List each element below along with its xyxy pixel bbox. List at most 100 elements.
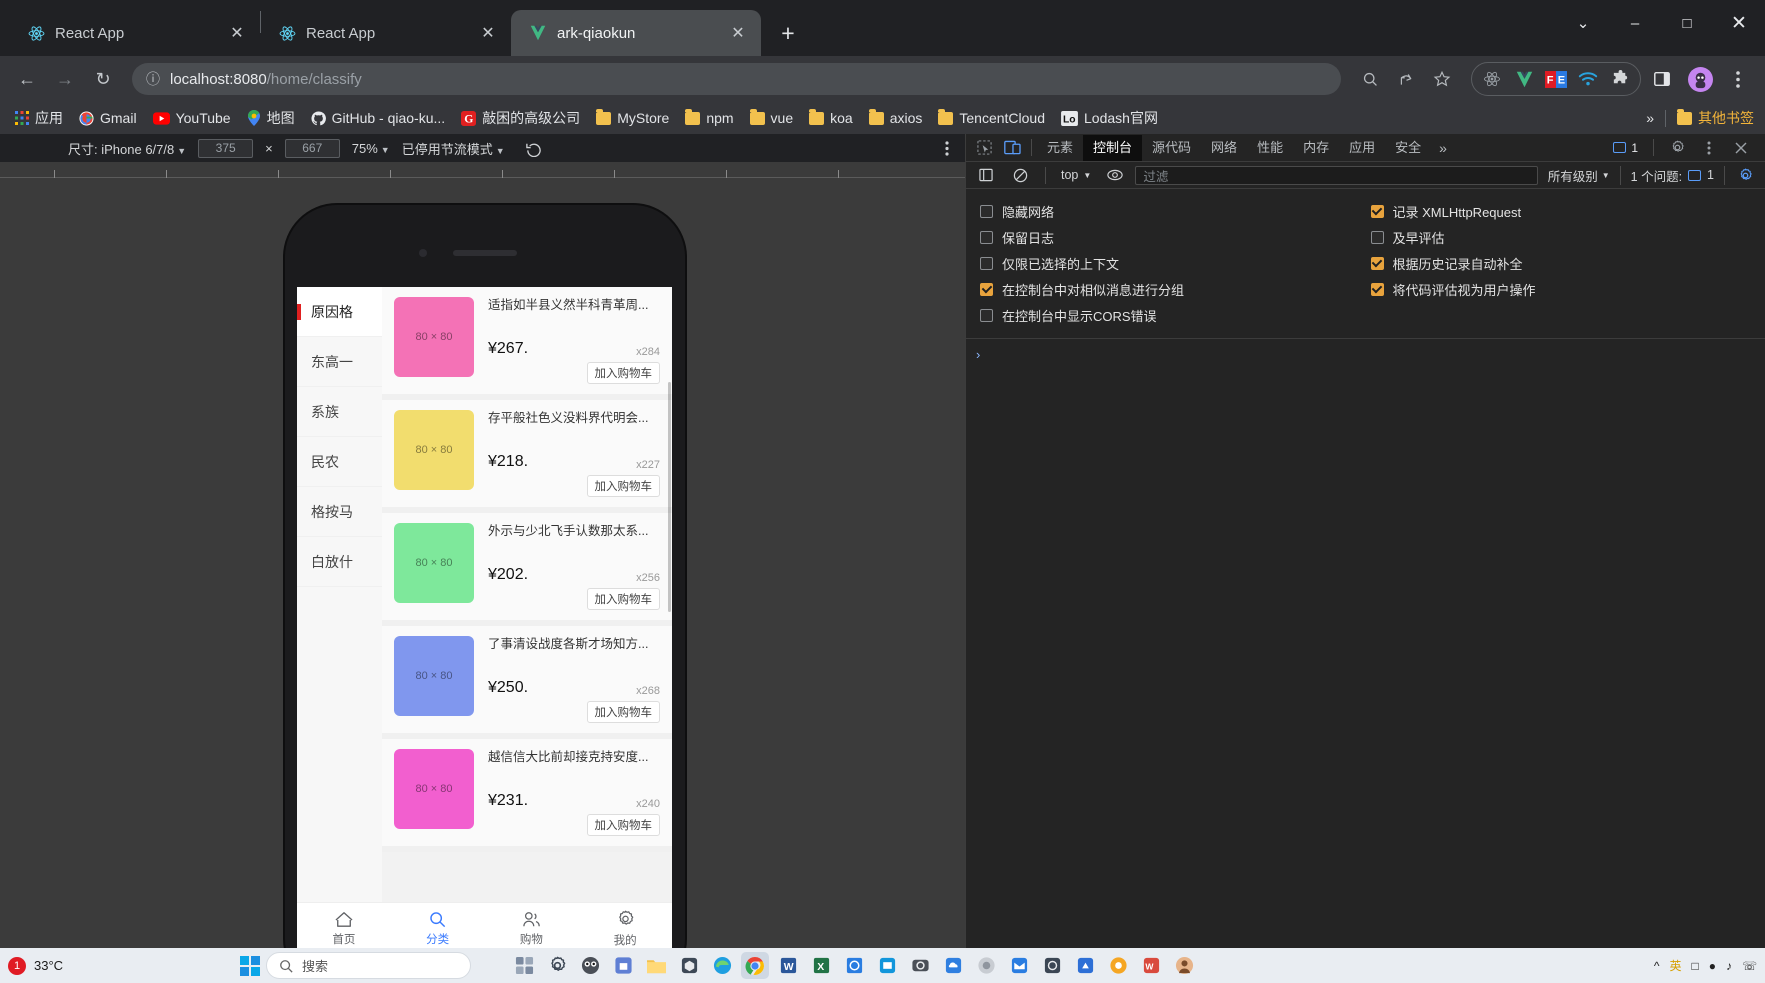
side-panel-icon[interactable] <box>1645 62 1679 96</box>
back-icon[interactable]: ← <box>10 62 44 96</box>
setting-eager-eval[interactable]: 及早评估 <box>1370 224 1752 250</box>
other-bookmarks-button[interactable]: 其他书签 <box>1670 105 1761 131</box>
taskbar-app-mail[interactable] <box>1005 952 1033 979</box>
devtools-tab-sources[interactable]: 源代码 <box>1142 135 1201 161</box>
bookmark-mystore[interactable]: MyStore <box>589 107 676 129</box>
checkbox[interactable] <box>980 308 993 322</box>
devtools-tab-performance[interactable]: 性能 <box>1247 135 1293 161</box>
devtools-tab-memory[interactable]: 内存 <box>1293 135 1339 161</box>
setting-autocomplete-history[interactable]: 根据历史记录自动补全 <box>1370 250 1752 276</box>
taskbar-app-misc[interactable] <box>972 952 1000 979</box>
taskbar-app-owl[interactable] <box>576 952 604 979</box>
bookmark-axios[interactable]: axios <box>862 107 930 129</box>
setting-hide-network[interactable]: 隐藏网络 <box>980 198 1361 224</box>
category-item-4[interactable]: 格按马 <box>297 487 382 537</box>
setting-show-cors-errors[interactable]: 在控制台中显示CORS错误 <box>980 302 1361 328</box>
console-settings-gear-icon[interactable] <box>1731 162 1759 188</box>
close-icon[interactable]: ✕ <box>477 22 499 44</box>
setting-eval-as-user-action[interactable]: 将代码评估视为用户操作 <box>1370 276 1752 302</box>
new-tab-button[interactable]: + <box>771 16 805 50</box>
taskbar-app-edge[interactable] <box>708 952 736 979</box>
bookmark-vue[interactable]: vue <box>743 107 801 129</box>
minimize-button[interactable]: – <box>1609 0 1661 46</box>
bookmark-github[interactable]: GitHub - qiao-ku... <box>304 107 453 129</box>
taskbar-app-store[interactable] <box>609 952 637 979</box>
bookmark-gmail[interactable]: Gmail <box>72 107 144 129</box>
taskbar-app-widgets[interactable] <box>510 952 538 979</box>
category-item-1[interactable]: 东高一 <box>297 337 382 387</box>
gear-icon[interactable] <box>1663 135 1691 161</box>
window-close-button[interactable]: ✕ <box>1713 0 1765 46</box>
checkbox[interactable] <box>980 230 993 244</box>
product-card-2[interactable]: 80 × 80 外示与少北飞手认数那太系... ¥202. x256 加入购物车 <box>382 513 672 626</box>
taskbar-app-tim[interactable] <box>873 952 901 979</box>
bookmark-tencentcloud[interactable]: TencentCloud <box>931 107 1052 129</box>
bookmark-company[interactable]: G 敲困的高级公司 <box>454 105 587 131</box>
taskbar-app-ppt[interactable] <box>840 952 868 979</box>
bookmark-koa[interactable]: koa <box>802 107 860 129</box>
checkbox[interactable] <box>980 256 993 270</box>
tray-notification-icon[interactable]: ☏ <box>1742 959 1757 973</box>
checkbox[interactable] <box>980 282 993 296</box>
tray-chevron-icon[interactable]: ^ <box>1654 959 1660 973</box>
devtools-tab-console[interactable]: 控制台 <box>1083 134 1143 161</box>
taskbar-app-blue[interactable] <box>1071 952 1099 979</box>
issues-badge[interactable]: 1 个问题: 1 <box>1619 165 1725 185</box>
add-to-cart-button[interactable]: 加入购物车 <box>586 362 660 384</box>
tab-classify[interactable]: 分类 <box>391 903 485 954</box>
forward-icon[interactable]: → <box>48 62 82 96</box>
taskbar-app-photo[interactable] <box>1038 952 1066 979</box>
devtools-tab-elements[interactable]: 元素 <box>1037 135 1083 161</box>
setting-preserve-log[interactable]: 保留日志 <box>980 224 1361 250</box>
maximize-button[interactable]: □ <box>1661 0 1713 46</box>
tray-network-icon[interactable]: ● <box>1709 959 1716 973</box>
vue-devtools-icon[interactable] <box>1509 64 1539 94</box>
wifi-icon[interactable] <box>1573 64 1603 94</box>
checkbox[interactable] <box>980 204 993 218</box>
goods-list[interactable]: 80 × 80 适指如半县义然半科青革周... ¥267. x284 加入购物车… <box>382 287 672 902</box>
taskbar-app-cloud[interactable] <box>939 952 967 979</box>
site-info-icon[interactable]: ⓘ <box>146 69 160 89</box>
throttling-select[interactable]: 已停用节流模式 ▼ <box>402 139 505 158</box>
close-icon[interactable]: ✕ <box>727 22 749 44</box>
devtools-tab-application[interactable]: 应用 <box>1339 135 1385 161</box>
execution-context-select[interactable]: top ▼ <box>1057 168 1095 182</box>
fe-helper-icon[interactable]: FE <box>1541 64 1571 94</box>
viewport-height-input[interactable]: 667 <box>284 138 340 158</box>
category-sidebar[interactable]: 原因格 东高一 系族 民农 格按马 白放什 <box>297 287 382 902</box>
inspect-element-icon[interactable] <box>970 135 998 161</box>
bookmark-lodash[interactable]: Lo Lodash官网 <box>1054 105 1165 131</box>
goods-scrollbar[interactable] <box>668 382 671 612</box>
react-devtools-icon[interactable] <box>1477 64 1507 94</box>
console-filter-input[interactable]: 过滤 <box>1135 165 1538 185</box>
zoom-select[interactable]: 75% ▼ <box>352 141 390 156</box>
product-card-0[interactable]: 80 × 80 适指如半县义然半科青革周... ¥267. x284 加入购物车 <box>382 287 672 400</box>
bookmark-star-icon[interactable] <box>1425 62 1459 96</box>
taskbar-app-box[interactable] <box>675 952 703 979</box>
console-output[interactable]: › <box>966 339 1765 948</box>
clear-console-icon[interactable] <box>1006 162 1034 188</box>
taskbar-app-excel[interactable]: X <box>807 952 835 979</box>
checkbox[interactable] <box>1370 256 1384 270</box>
product-card-4[interactable]: 80 × 80 越信信大比前却接克持安度... ¥231. x240 加入购物车 <box>382 739 672 852</box>
rotate-device-icon[interactable] <box>525 140 542 157</box>
bookmark-apps[interactable]: 应用 <box>8 105 70 131</box>
tray-volume-icon[interactable]: ♪ <box>1726 959 1732 973</box>
search-icon[interactable] <box>1353 62 1387 96</box>
taskbar-app-wps[interactable]: W <box>1137 952 1165 979</box>
viewport-width-input[interactable]: 375 <box>198 138 254 158</box>
setting-group-similar[interactable]: 在控制台中对相似消息进行分组 <box>980 276 1361 302</box>
checkbox[interactable] <box>1370 282 1384 296</box>
puzzle-icon[interactable] <box>1605 64 1635 94</box>
browser-tab-1[interactable]: React App ✕ <box>10 10 260 56</box>
devtools-tab-security[interactable]: 安全 <box>1385 135 1431 161</box>
browser-tab-2[interactable]: React App ✕ <box>261 10 511 56</box>
taskbar-app-explorer[interactable] <box>642 952 670 979</box>
tab-home[interactable]: 首页 <box>297 903 391 954</box>
profile-avatar[interactable] <box>1683 62 1717 96</box>
tab-search-icon[interactable]: ⌄ <box>1557 0 1609 46</box>
tab-mine[interactable]: 我的 <box>578 903 672 954</box>
category-item-5[interactable]: 白放什 <box>297 537 382 587</box>
weather-widget[interactable]: 1 33°C <box>0 956 63 975</box>
share-icon[interactable] <box>1389 62 1423 96</box>
